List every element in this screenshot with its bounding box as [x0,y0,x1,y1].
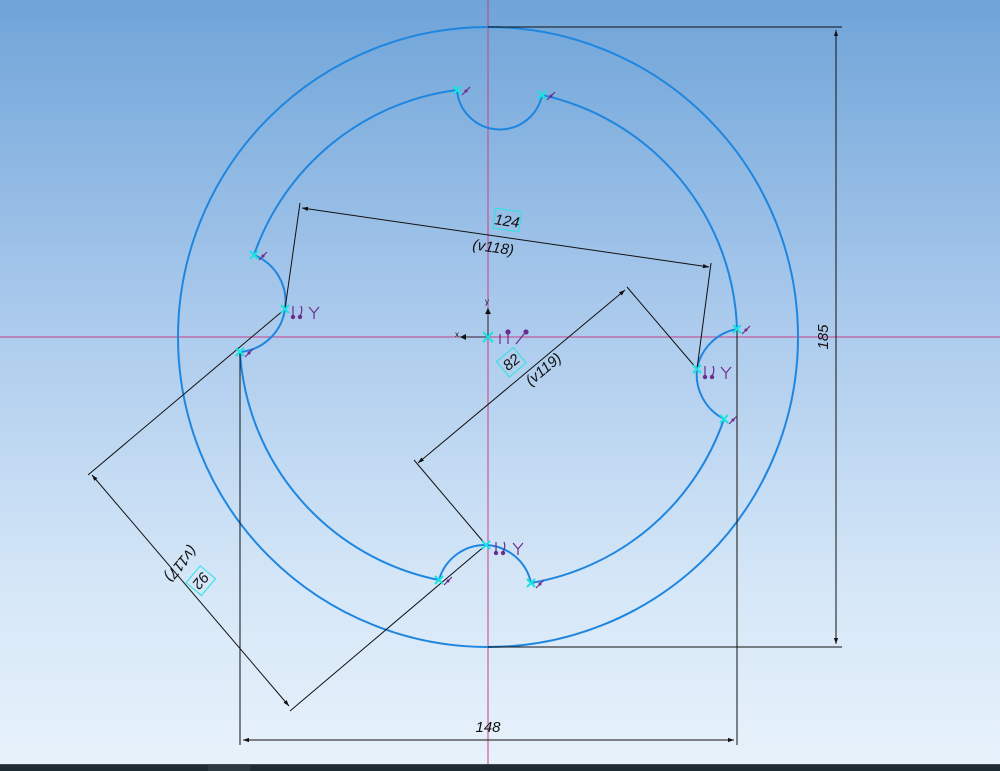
dimension-124-value: 124 [493,211,520,231]
dimension-124[interactable]: 124 (v118) [284,202,712,370]
dimension-82[interactable]: 82 (v119) [413,286,698,546]
tangent-constraint-icon[interactable] [692,364,732,380]
coincident-constraint-icon[interactable] [280,304,320,320]
dimension-124-ref: (v118) [471,236,514,259]
origin-x-label: x [455,330,459,339]
dimension-148-value: 148 [475,719,501,736]
sketch-canvas[interactable]: 185 148 124 (v118) 82 (v119) 92 (v117) x… [0,0,1000,765]
dimension-185-value: 185 [815,324,832,350]
origin-y-label: y [485,297,489,306]
status-bar-segment [208,765,250,771]
point-on-curve-icon[interactable] [249,250,268,261]
dimension-92[interactable]: 92 (v117) [87,308,487,712]
notch-bottom[interactable] [438,543,532,584]
dimension-92-value: 92 [188,568,212,592]
dimension-82-value: 82 [500,350,524,374]
point-on-curve-icon[interactable] [452,85,471,96]
dimension-82-ref: (v119) [522,350,565,390]
notch-top[interactable] [456,89,543,131]
point-on-curve-icon[interactable] [732,324,751,335]
notch-right[interactable] [695,328,738,420]
